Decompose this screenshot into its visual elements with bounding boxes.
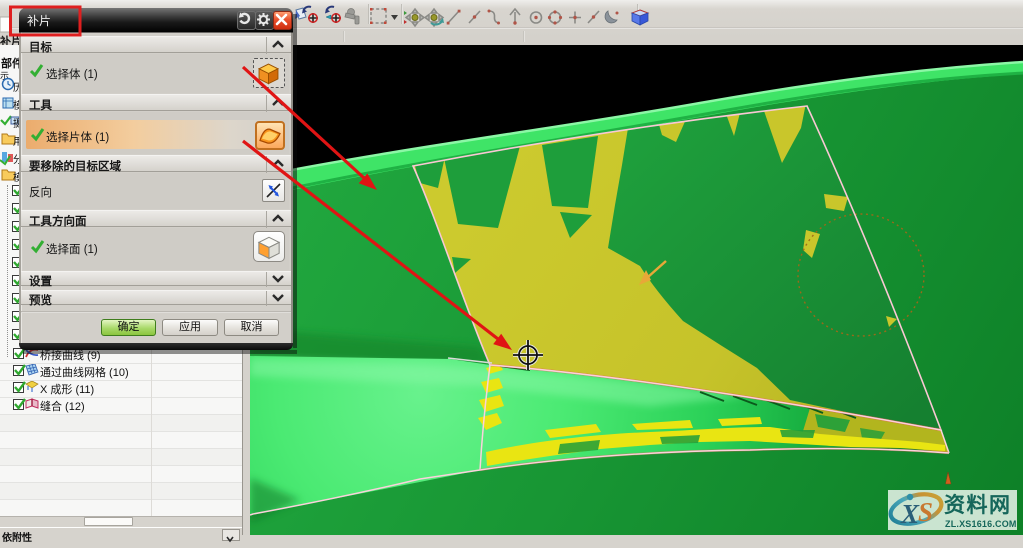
svg-text:ZL.XS1616.COM: ZL.XS1616.COM	[945, 519, 1017, 529]
svg-text:X: X	[900, 499, 920, 529]
svg-text:资料网: 资料网	[944, 494, 1012, 517]
svg-text:S: S	[918, 497, 933, 527]
